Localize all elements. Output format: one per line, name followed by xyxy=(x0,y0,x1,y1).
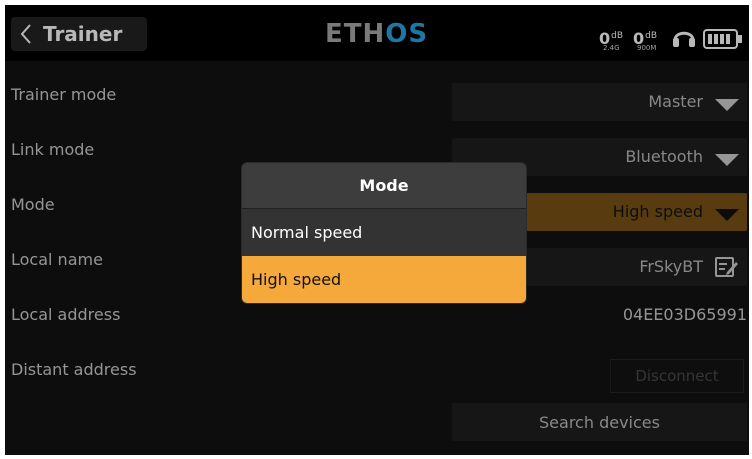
dialog-option-high-speed[interactable]: High speed xyxy=(242,256,526,303)
dialog-title: Mode xyxy=(242,163,526,209)
mode-dialog: Mode Normal speed High speed xyxy=(242,163,526,303)
dialog-option-normal-speed[interactable]: Normal speed xyxy=(242,209,526,256)
trainer-screen: Trainer ETHOS 0dB 2.4G 0dB 900M Trainer … xyxy=(5,5,749,455)
